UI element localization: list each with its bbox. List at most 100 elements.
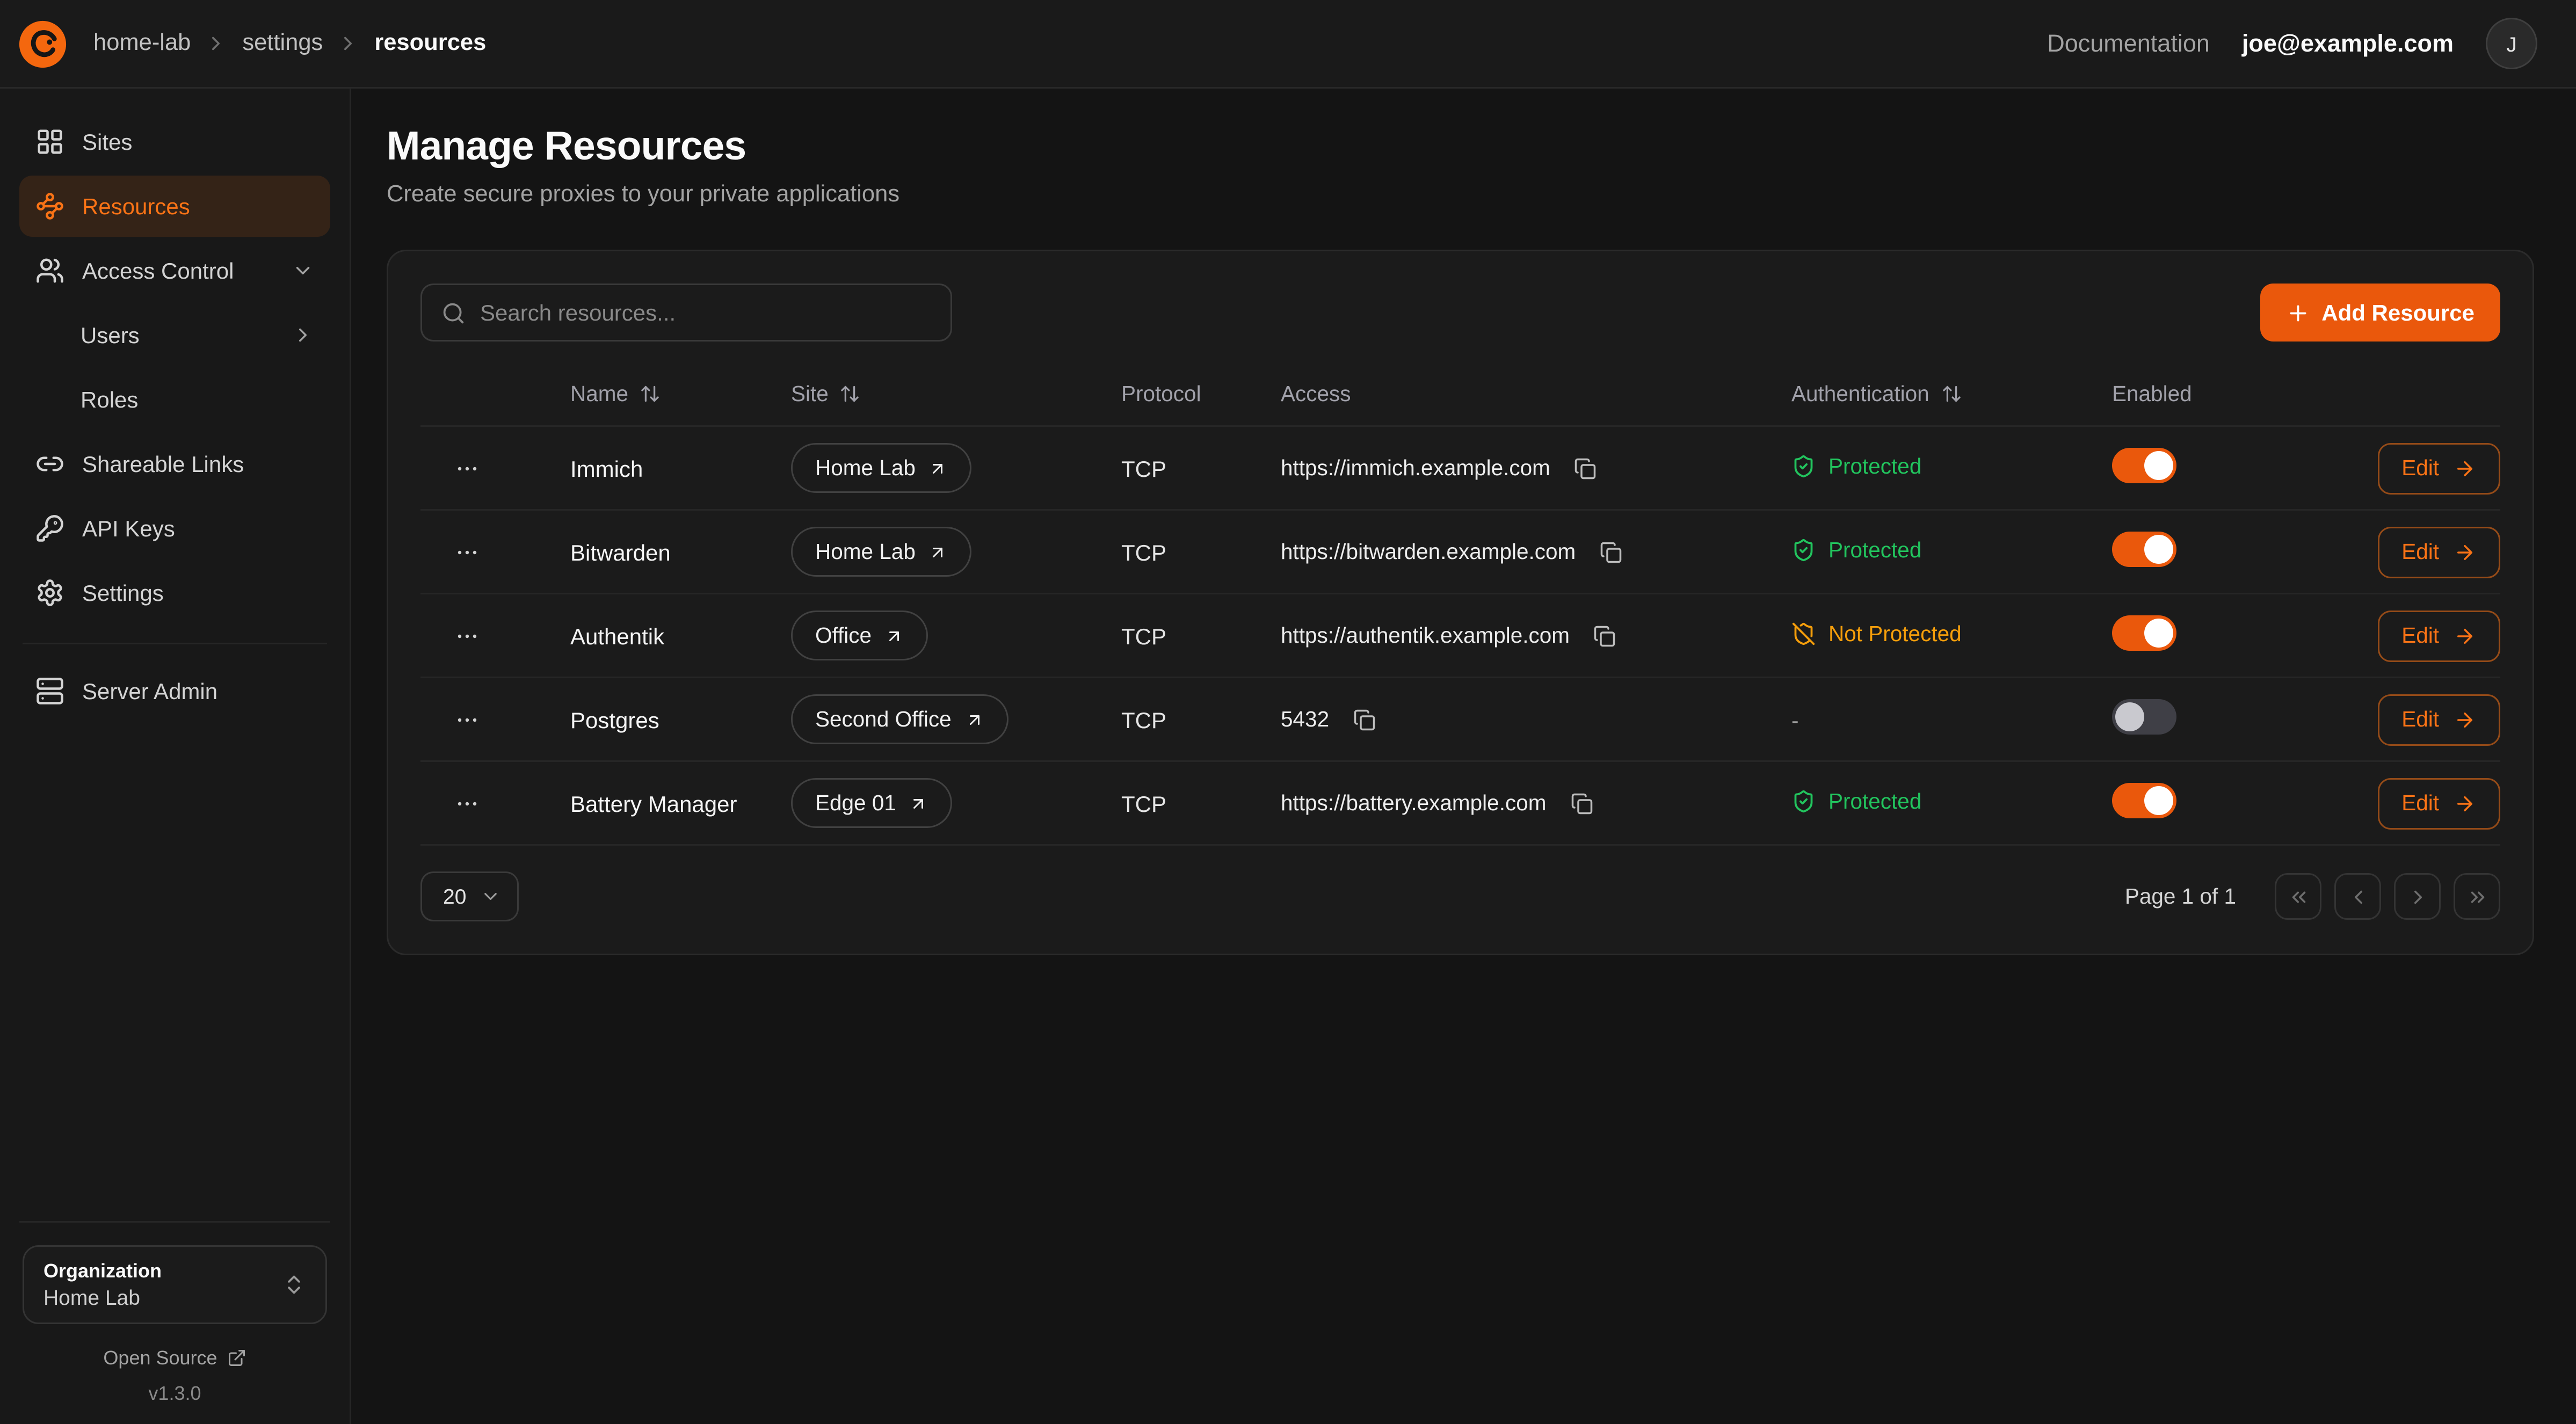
enabled-toggle[interactable] xyxy=(2112,532,2176,567)
site-link-button[interactable]: Office xyxy=(791,611,928,660)
protocol-value: TCP xyxy=(1121,790,1281,816)
auth-status: Not Protected xyxy=(1791,621,1962,645)
edit-button[interactable]: Edit xyxy=(2377,610,2500,662)
pagination: Page 1 of 1 xyxy=(2125,873,2500,920)
copy-button[interactable] xyxy=(1566,449,1605,488)
arrow-right-icon xyxy=(2454,792,2476,815)
enabled-toggle[interactable] xyxy=(2112,448,2176,483)
row-actions-button[interactable] xyxy=(446,699,488,740)
topbar-left: home-lab settings resources xyxy=(16,18,486,69)
access-url: https://battery.example.com xyxy=(1281,791,1546,815)
last-page-button[interactable] xyxy=(2454,873,2500,920)
sidebar-item-settings[interactable]: Settings xyxy=(19,562,330,623)
row-actions-button[interactable] xyxy=(446,531,488,573)
row-actions-button[interactable] xyxy=(446,615,488,657)
resource-name: Bitwarden xyxy=(570,539,791,565)
open-source-label: Open Source xyxy=(103,1347,217,1369)
enabled-toggle[interactable] xyxy=(2112,699,2176,735)
row-actions-button[interactable] xyxy=(446,782,488,824)
sidebar-item-label: Shareable Links xyxy=(82,451,244,477)
sidebar-item-label: Roles xyxy=(81,387,138,412)
shell: Sites Resources Access Control Users Rol… xyxy=(0,89,2576,1424)
ellipsis-icon xyxy=(454,707,480,732)
edit-label: Edit xyxy=(2401,540,2439,564)
sidebar-item-access-control[interactable]: Access Control xyxy=(19,240,330,301)
copy-button[interactable] xyxy=(1586,616,1624,655)
breadcrumb: home-lab settings resources xyxy=(93,31,486,56)
copy-icon xyxy=(1570,792,1593,815)
column-header-enabled: Enabled xyxy=(2112,381,2192,405)
chevrons-right-icon xyxy=(2466,885,2488,908)
auth-status: Protected xyxy=(1791,454,1921,478)
row-actions-button[interactable] xyxy=(446,447,488,489)
copy-button[interactable] xyxy=(1562,784,1601,823)
shield-check-icon xyxy=(1791,537,1816,562)
copy-button[interactable] xyxy=(1345,700,1384,739)
sidebar-item-roles[interactable]: Roles xyxy=(19,369,330,430)
sidebar-item-api-keys[interactable]: API Keys xyxy=(19,498,330,559)
edit-button[interactable]: Edit xyxy=(2377,778,2500,829)
toggle-knob xyxy=(2144,535,2173,564)
add-resource-button[interactable]: Add Resource xyxy=(2260,284,2500,342)
sidebar-item-label: Access Control xyxy=(82,258,234,284)
column-header-site: Site xyxy=(791,381,829,405)
arrow-up-right-icon xyxy=(909,794,928,813)
next-page-button[interactable] xyxy=(2394,873,2441,920)
sidebar-item-resources[interactable]: Resources xyxy=(19,176,330,237)
site-link-button[interactable]: Home Lab xyxy=(791,527,972,577)
resources-waypoints-icon xyxy=(35,192,64,221)
breadcrumb-settings-link[interactable]: settings xyxy=(242,31,323,56)
sidebar-item-label: Sites xyxy=(82,129,132,155)
pangolin-logo-icon[interactable] xyxy=(16,18,68,69)
sort-icon[interactable] xyxy=(840,383,861,404)
first-page-button[interactable] xyxy=(2275,873,2321,920)
documentation-link[interactable]: Documentation xyxy=(2047,30,2210,57)
organization-picker[interactable]: Organization Home Lab xyxy=(23,1245,327,1324)
ellipsis-icon xyxy=(454,539,480,565)
site-link-button[interactable]: Edge 01 xyxy=(791,778,953,828)
table-row: Immich Home Lab TCP https://immich.examp… xyxy=(420,425,2500,509)
site-name: Edge 01 xyxy=(815,791,896,815)
edit-button[interactable]: Edit xyxy=(2377,694,2500,745)
open-source-link[interactable]: Open Source xyxy=(23,1347,327,1369)
chevron-down-icon xyxy=(292,259,314,282)
arrow-up-right-icon xyxy=(884,626,904,645)
search-input[interactable] xyxy=(480,300,931,325)
user-email[interactable]: joe@example.com xyxy=(2242,30,2454,57)
ellipsis-icon xyxy=(454,790,480,816)
chevron-right-icon xyxy=(292,324,314,346)
site-link-button[interactable]: Home Lab xyxy=(791,443,972,493)
auth-label: Protected xyxy=(1828,454,1921,478)
sidebar-item-server-admin[interactable]: Server Admin xyxy=(19,660,330,722)
sidebar-item-sites[interactable]: Sites xyxy=(19,111,330,172)
enabled-toggle[interactable] xyxy=(2112,783,2176,818)
copy-button[interactable] xyxy=(1592,533,1630,571)
page-size-select[interactable]: 20 xyxy=(420,871,519,921)
sidebar-item-users[interactable]: Users xyxy=(19,304,330,366)
edit-button[interactable]: Edit xyxy=(2377,526,2500,578)
users-icon xyxy=(35,256,64,285)
protocol-value: TCP xyxy=(1121,539,1281,565)
protocol-value: TCP xyxy=(1121,707,1281,732)
sort-icon[interactable] xyxy=(1941,383,1962,404)
card-footer: 20 Page 1 of 1 xyxy=(420,871,2500,921)
avatar[interactable]: J xyxy=(2486,18,2537,69)
external-link-icon xyxy=(227,1348,246,1368)
page-info: Page 1 of 1 xyxy=(2125,884,2236,909)
breadcrumb-org-link[interactable]: home-lab xyxy=(93,31,191,56)
sort-icon[interactable] xyxy=(640,383,661,404)
resource-name: Battery Manager xyxy=(570,790,791,816)
site-name: Office xyxy=(815,623,872,648)
enabled-toggle[interactable] xyxy=(2112,615,2176,651)
previous-page-button[interactable] xyxy=(2334,873,2381,920)
sidebar-item-shareable-links[interactable]: Shareable Links xyxy=(19,433,330,495)
site-link-button[interactable]: Second Office xyxy=(791,694,1008,744)
sidebar-item-label: API Keys xyxy=(82,515,175,541)
edit-button[interactable]: Edit xyxy=(2377,442,2500,494)
arrow-up-right-icon xyxy=(928,542,948,562)
column-header-name: Name xyxy=(570,381,628,405)
shield-check-icon xyxy=(1791,454,1816,478)
plus-icon xyxy=(2286,301,2310,325)
ellipsis-icon xyxy=(454,623,480,649)
arrow-up-right-icon xyxy=(928,459,948,478)
